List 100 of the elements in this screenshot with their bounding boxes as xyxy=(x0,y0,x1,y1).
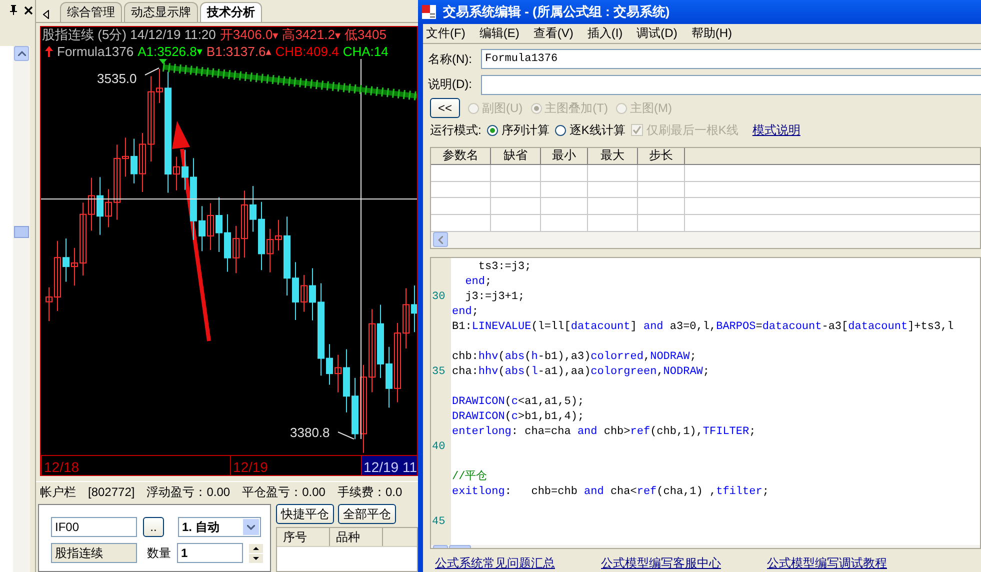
code-line: DRAWICON(c<a1,a1,5); xyxy=(452,394,584,410)
help-link[interactable]: 公式模型编写调试教程 xyxy=(767,555,887,572)
close-icon[interactable] xyxy=(24,6,33,14)
collapse-button[interactable]: << xyxy=(430,98,460,118)
tab[interactable]: 综合管理 xyxy=(60,2,122,22)
quantity-label: 数量 xyxy=(147,544,171,562)
quote-value: 开3406.0 xyxy=(220,27,273,44)
candle xyxy=(182,149,188,190)
candle xyxy=(54,240,61,312)
quantity-field[interactable]: 1 xyxy=(177,543,243,563)
code-line: B1:LINEVALUE(l=ll[datacount] and a3=0,l,BARPOS=datacount-a3[datacount]+ts3,l xyxy=(452,320,954,335)
code-line: ts3:=j3; xyxy=(477,260,532,275)
trend-marker: ▾ xyxy=(334,28,340,42)
up-arrow-icon xyxy=(45,46,53,56)
code-line: cha:hhv(abs(l-a1),aa)colorgreen,NODRAW; xyxy=(452,364,710,380)
candle xyxy=(224,214,231,272)
mode-dropdown[interactable]: 1. 自动 xyxy=(178,517,261,537)
indicator-value: CHB:409.4 xyxy=(275,44,339,58)
candle xyxy=(156,68,163,104)
candle xyxy=(411,285,417,333)
tab[interactable]: 技术分析 xyxy=(200,2,262,22)
mode-help-link[interactable]: 模式说明 xyxy=(752,122,800,139)
scroll-left-button[interactable] xyxy=(433,232,448,248)
help-link[interactable]: 公式模型编写客服中心 xyxy=(601,555,721,572)
column-header: 步长 xyxy=(638,148,685,164)
radio-button[interactable] xyxy=(487,124,498,136)
account-info: 手续费：0.0 xyxy=(337,484,402,500)
candle xyxy=(326,344,333,386)
line-number: 30 xyxy=(432,291,446,304)
scroll-up-button[interactable] xyxy=(14,46,29,61)
candle xyxy=(71,247,78,286)
menu-item[interactable]: 编辑(E) xyxy=(479,24,520,42)
candle xyxy=(105,188,112,228)
trend-marker: ▴ xyxy=(266,44,272,58)
account-info: 浮动盈亏：0.00 xyxy=(146,484,230,500)
code-line: chb:hhv(abs(h-b1),a3)colorred,NODRAW; xyxy=(452,350,696,365)
description-field[interactable] xyxy=(481,74,981,95)
trend-marker: ▾ xyxy=(272,28,278,42)
code-line: end; xyxy=(464,274,492,290)
line-number: 45 xyxy=(432,516,446,528)
leader-line xyxy=(338,432,354,440)
tab[interactable]: 动态显示牌 xyxy=(124,2,198,22)
column-header: 序号 xyxy=(277,528,330,546)
candle xyxy=(62,238,70,282)
help-link[interactable]: 公式系统常见问题汇总 xyxy=(435,555,555,572)
account-info: 平仓盈亏：0.00 xyxy=(242,484,326,500)
menu-item[interactable]: 调试(D) xyxy=(636,24,678,42)
indicator-value: CHA:14 xyxy=(342,44,388,58)
contract-field: 股指连续 xyxy=(51,543,137,563)
column-header: 缺省 xyxy=(491,148,541,164)
run-mode-label: 运行模式: xyxy=(430,122,482,139)
close-position-button[interactable]: 全部平仓 xyxy=(338,504,396,524)
account-info: 帐户栏 xyxy=(40,484,76,500)
candle xyxy=(300,274,308,312)
scroll-thumb[interactable] xyxy=(14,226,29,238)
name-field[interactable]: Formula1376 xyxy=(481,49,981,70)
spinner[interactable] xyxy=(249,544,263,562)
price-label: 3535.0 xyxy=(97,71,137,86)
candle xyxy=(232,225,240,274)
line-number: 40 xyxy=(432,441,446,454)
candle xyxy=(241,190,248,258)
left-chevron-icon xyxy=(438,236,443,244)
leader-line xyxy=(144,68,160,76)
indicator-value: B1:3137.6 xyxy=(206,44,266,58)
option-label: 副图(U) xyxy=(482,100,523,117)
column-header: 最大 xyxy=(588,148,638,164)
code-line: enterlong: cha=cha and chb>ref(chb,1),TFILTER; xyxy=(452,424,756,440)
up-chevron-icon xyxy=(18,51,26,56)
symbol-field[interactable]: IF00 xyxy=(51,517,137,537)
code-line: //平仓 xyxy=(452,470,488,485)
candle xyxy=(334,354,342,393)
candle xyxy=(266,228,274,273)
price-label: 3380.8 xyxy=(290,425,330,440)
line-number: 35 xyxy=(432,366,446,378)
code-line: DRAWICON(c>b1,b1,4); xyxy=(452,410,584,425)
candle xyxy=(207,202,214,250)
column-header: 品种 xyxy=(330,528,383,546)
candle xyxy=(386,346,392,408)
code-line: end; xyxy=(452,304,478,320)
option-label: 主图叠加(T) xyxy=(544,100,608,117)
code-line: j3:=j3+1; xyxy=(464,290,525,305)
column-header: 参数名 xyxy=(431,148,491,164)
menu-item[interactable]: 帮助(H) xyxy=(691,24,732,42)
chart-title: 股指连续 (5分) 14/12/19 11:20 xyxy=(42,27,216,44)
menu-item[interactable]: 文件(F) xyxy=(426,24,466,42)
candle xyxy=(173,156,180,191)
close-position-button[interactable]: 快捷平仓 xyxy=(276,504,334,524)
option-label: 序列计算 xyxy=(501,122,550,139)
menu-item[interactable]: 查看(V) xyxy=(533,24,574,42)
menu-item[interactable]: 插入(I) xyxy=(587,24,623,42)
code-line: exitlong: chb=chb and cha<ref(cha,1) ,tfilter; xyxy=(452,484,769,500)
pin-icon[interactable] xyxy=(9,5,18,15)
date-label: 12/18 xyxy=(41,456,230,475)
formula-name: Formula1376 xyxy=(57,44,134,58)
browse-button[interactable]: .. xyxy=(143,517,164,537)
candle xyxy=(130,138,138,184)
column-header: 最小 xyxy=(541,148,588,164)
option-label: 逐K线计算 xyxy=(569,122,626,139)
quote-value: 高3421.2 xyxy=(282,27,335,44)
radio-button[interactable] xyxy=(555,124,566,136)
